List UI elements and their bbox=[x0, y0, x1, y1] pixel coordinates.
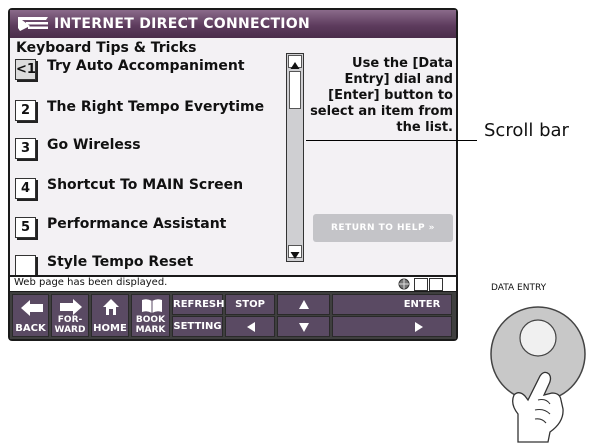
scroll-up-button[interactable] bbox=[288, 55, 302, 69]
forward-button[interactable]: FOR-WARD bbox=[51, 294, 89, 337]
list-item[interactable]: 4 Shortcut To MAIN Screen bbox=[10, 174, 288, 204]
cursor-right-button[interactable] bbox=[332, 316, 452, 337]
item-number-button[interactable] bbox=[15, 255, 36, 275]
list-item-label[interactable]: Style Tempo Reset bbox=[47, 254, 193, 270]
list-item-label[interactable]: Go Wireless bbox=[47, 137, 141, 153]
book-icon bbox=[142, 299, 162, 313]
toolbar: BACK FOR-WARD HOME BOOK MARK REFRESH SET… bbox=[10, 292, 456, 339]
status-message: Web page has been displayed. bbox=[14, 277, 168, 288]
arrow-up-icon bbox=[299, 300, 309, 309]
item-number-button[interactable]: 3 bbox=[15, 138, 36, 159]
return-to-help-button[interactable]: RETURN TO HELP » bbox=[313, 214, 453, 242]
scroll-bar-label: Scroll bar bbox=[484, 120, 569, 141]
arrow-right-icon bbox=[415, 322, 423, 332]
list-item-label[interactable]: Shortcut To MAIN Screen bbox=[47, 177, 243, 193]
enter-button[interactable]: ENTER bbox=[332, 294, 452, 315]
list-item[interactable]: Style Tempo Reset bbox=[10, 251, 288, 275]
list-item[interactable]: 3 Go Wireless bbox=[10, 134, 288, 164]
refresh-button[interactable]: REFRESH bbox=[172, 294, 224, 315]
arrow-left-icon bbox=[247, 322, 255, 332]
scroll-thumb[interactable] bbox=[289, 71, 301, 109]
cursor-left-button[interactable] bbox=[225, 316, 275, 337]
setting-button[interactable]: SETTING bbox=[172, 316, 223, 337]
arrow-down-icon bbox=[290, 252, 300, 259]
status-indicator-box bbox=[414, 278, 428, 291]
status-indicator-box bbox=[429, 278, 443, 291]
list-item[interactable]: <1 Try Auto Accompaniment bbox=[10, 55, 288, 85]
list-item[interactable]: 2 The Right Tempo Everytime bbox=[10, 96, 288, 126]
arrow-down-icon bbox=[299, 323, 309, 332]
item-number-button[interactable]: 2 bbox=[15, 100, 36, 121]
data-entry-dial[interactable] bbox=[480, 292, 596, 443]
status-bar: Web page has been displayed. bbox=[10, 277, 456, 291]
list-item-label[interactable]: Performance Assistant bbox=[47, 216, 226, 232]
page-title: Keyboard Tips & Tricks bbox=[16, 40, 197, 56]
globe-icon bbox=[398, 278, 410, 290]
arrow-up-icon bbox=[290, 62, 300, 69]
cursor-up-button[interactable] bbox=[277, 294, 330, 315]
title-bar: INTERNET DIRECT CONNECTION bbox=[10, 10, 456, 38]
app-title: INTERNET DIRECT CONNECTION bbox=[54, 16, 311, 32]
cursor-down-button[interactable] bbox=[277, 316, 330, 337]
scroll-bar-callout-line bbox=[306, 140, 477, 141]
home-icon bbox=[103, 299, 119, 315]
list-item-label[interactable]: The Right Tempo Everytime bbox=[47, 99, 264, 115]
bookmark-button[interactable]: BOOK MARK bbox=[131, 294, 170, 337]
item-number-button[interactable]: 4 bbox=[15, 178, 36, 199]
scroll-down-button[interactable] bbox=[288, 245, 302, 259]
scroll-bar[interactable] bbox=[286, 53, 304, 262]
stop-button[interactable]: STOP bbox=[225, 294, 275, 315]
list-item-label[interactable]: Try Auto Accompaniment bbox=[47, 58, 245, 74]
home-button[interactable]: HOME bbox=[91, 294, 129, 337]
back-button[interactable]: BACK bbox=[12, 294, 49, 337]
internet-logo-icon bbox=[18, 17, 48, 31]
list-item[interactable]: 5 Performance Assistant bbox=[10, 213, 288, 243]
item-number-button[interactable]: <1 bbox=[15, 59, 36, 80]
item-number-button[interactable]: 5 bbox=[15, 217, 36, 238]
help-text: Use the [Data Entry] dial and [Enter] bu… bbox=[310, 56, 453, 135]
arrow-right-icon bbox=[60, 299, 82, 315]
arrow-left-icon bbox=[21, 300, 43, 316]
content-area: Keyboard Tips & Tricks <1 Try Auto Accom… bbox=[10, 38, 456, 275]
